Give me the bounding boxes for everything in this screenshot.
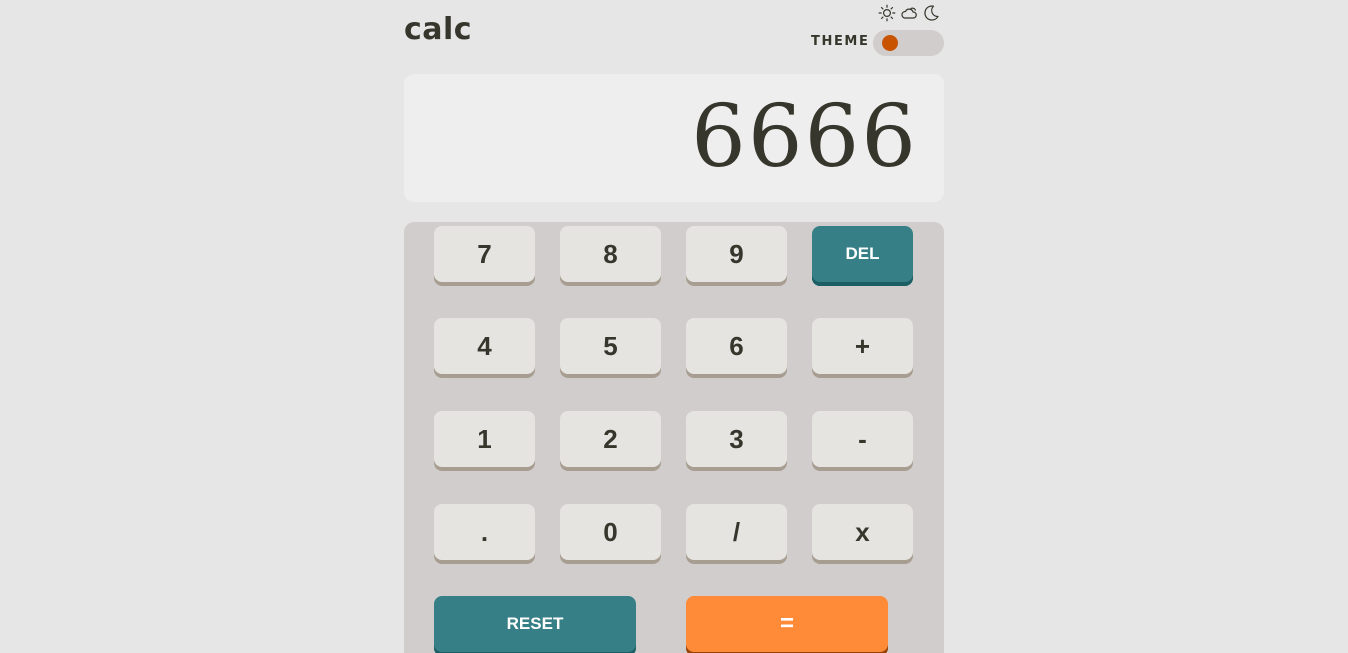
sun-icon[interactable] [878,4,896,22]
app-logo: calc [404,12,473,47]
theme-toggle-knob[interactable] [882,35,898,51]
keypad: 7 8 9 DEL 4 5 6 + 1 2 3 - . 0 / x RESET … [404,222,944,653]
reset-button[interactable]: RESET [434,596,636,653]
theme-icons [878,4,940,22]
decimal-button[interactable]: . [434,504,535,564]
key-8[interactable]: 8 [560,226,661,286]
key-5[interactable]: 5 [560,318,661,378]
theme-toggle[interactable] [873,30,944,56]
cloud-sun-icon[interactable] [900,4,918,22]
delete-button[interactable]: DEL [812,226,913,286]
key-4[interactable]: 4 [434,318,535,378]
equals-button[interactable]: = [686,596,888,653]
calculator-app: calc THEME 6666 7 8 9 DEL 4 5 6 + 1 2 3 … [404,0,944,653]
plus-button[interactable]: + [812,318,913,378]
minus-button[interactable]: - [812,411,913,471]
key-3[interactable]: 3 [686,411,787,471]
key-9[interactable]: 9 [686,226,787,286]
display-value: 6666 [691,87,918,187]
theme-label: THEME [811,34,870,49]
multiply-button[interactable]: x [812,504,913,564]
key-2[interactable]: 2 [560,411,661,471]
key-0[interactable]: 0 [560,504,661,564]
key-7[interactable]: 7 [434,226,535,286]
moon-icon[interactable] [922,4,940,22]
key-6[interactable]: 6 [686,318,787,378]
divide-button[interactable]: / [686,504,787,564]
display-screen: 6666 [404,74,944,202]
key-1[interactable]: 1 [434,411,535,471]
